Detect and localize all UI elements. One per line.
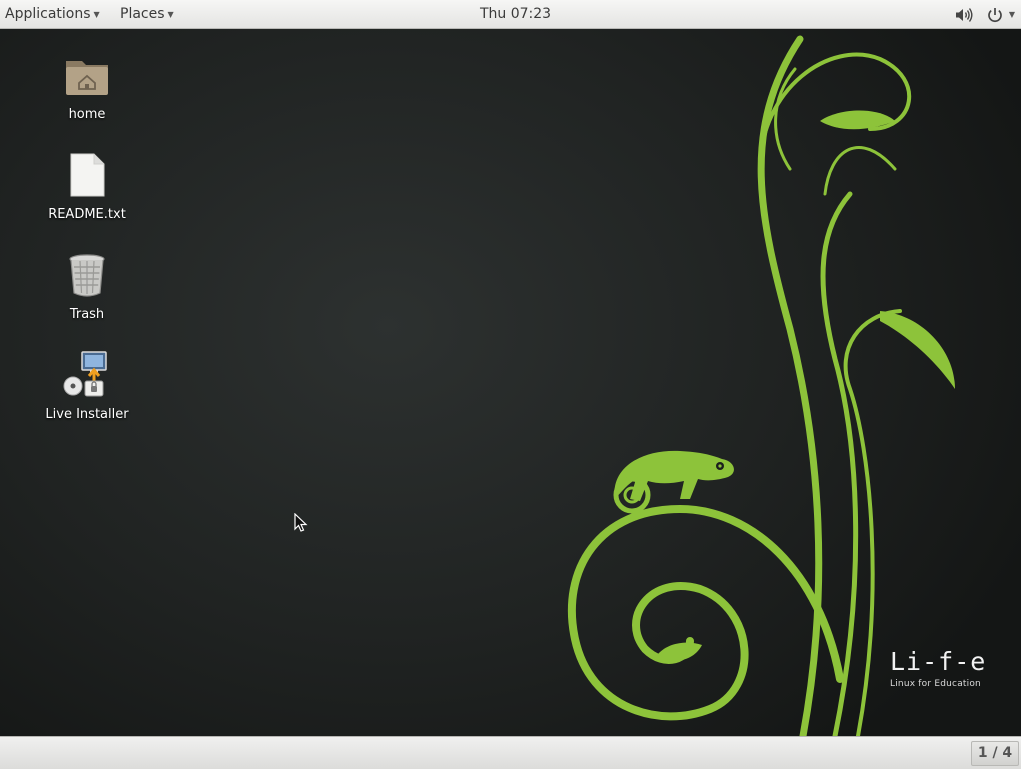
top-panel: Applications ▼ Places ▼ Thu 07:23 ▼ [0,0,1021,29]
dropdown-arrow-icon: ▼ [1008,10,1015,19]
desktop-icon-trash[interactable]: Trash [32,251,142,322]
chameleon-logo [613,450,734,514]
clock-text: Thu 07:23 [479,6,552,22]
wallpaper-branding: Li-f-e Linux for Education [890,647,1000,689]
desktop-icon-home[interactable]: home [32,51,142,122]
text-file-icon [70,153,105,197]
desktop-icon-label: README.txt [48,207,126,222]
bottom-panel: 1 / 4 [0,736,1021,769]
clock[interactable]: Thu 07:23 [0,0,1021,29]
workspace-switcher[interactable]: 1 / 4 [971,741,1019,766]
wallpaper-vines [567,35,955,736]
mouse-pointer-icon [294,513,308,532]
desktop-icon-live-installer[interactable]: Live Installer [32,351,142,422]
desktop-icon-label: home [68,107,106,122]
power-menu[interactable]: ▼ [987,7,1015,23]
trash-icon [69,254,105,297]
desktop[interactable]: home README.txt Trash Live Installer Li-… [0,29,1021,736]
desktop-icon-readme[interactable]: README.txt [32,151,142,222]
desktop-icon-label: Live Installer [45,407,129,422]
brand-tagline: Linux for Education [890,679,981,689]
home-folder-icon [66,61,108,95]
live-installer-icon [63,351,107,397]
power-icon [988,7,1002,22]
system-tray[interactable]: ▼ [955,0,1015,29]
desktop-icon-label: Trash [69,307,105,322]
brand-logo-text: Li-f-e [890,647,987,676]
volume-icon[interactable] [955,7,973,23]
